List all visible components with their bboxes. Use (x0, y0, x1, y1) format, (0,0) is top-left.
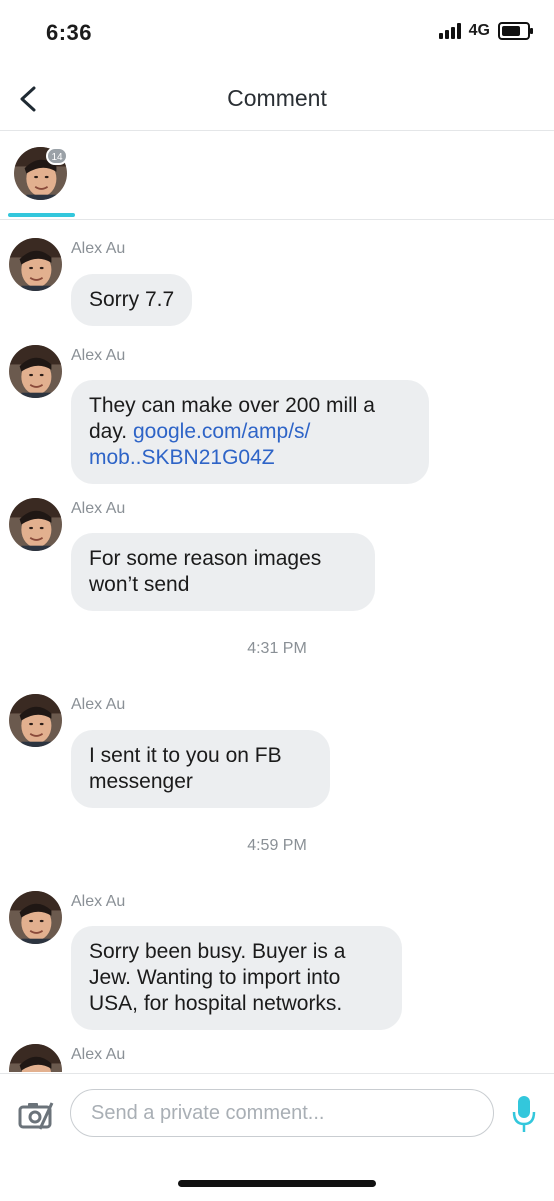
message-bubble[interactable]: Sorry been busy. Buyer is a Jew. Wanting… (71, 926, 402, 1030)
message-bubble[interactable]: Sorry 7.7 (71, 274, 193, 326)
page-title: Comment (227, 85, 327, 111)
home-indicator (178, 1180, 376, 1187)
sender-name: Alex Au (71, 500, 126, 517)
avatar[interactable] (9, 1044, 62, 1072)
timestamp: 4:31 PM (247, 640, 307, 657)
battery-icon (498, 22, 533, 40)
message-text: I sent it to you on FB messenger (89, 744, 282, 793)
avatar[interactable] (9, 345, 62, 398)
message-bubble[interactable]: I sent it to you on FB messenger (71, 730, 330, 808)
tab-participant[interactable]: 14 (14, 147, 70, 203)
sender-name: Alex Au (71, 347, 126, 364)
timestamp: 4:59 PM (247, 837, 307, 854)
comment-composer: Send a private comment... (0, 1073, 554, 1201)
participant-tabs: 14 (0, 131, 554, 220)
sender-name: Alex Au (71, 893, 126, 910)
nav-bar: Comment (0, 66, 554, 131)
sender-name: Alex Au (71, 1046, 126, 1063)
status-indicators: 4G (438, 22, 533, 40)
message-bubble[interactable]: They can make over 200 mill a day. googl… (71, 380, 429, 484)
status-time: 6:36 (46, 20, 93, 45)
message-text: Sorry been busy. Buyer is a Jew. Wanting… (89, 940, 346, 1015)
avatar[interactable] (9, 694, 62, 747)
comment-feed[interactable]: Alex Au Sorry 7.7 Alex Au They can make … (0, 220, 554, 1072)
avatar[interactable] (9, 238, 62, 291)
active-tab-indicator (8, 213, 75, 217)
status-bar: 6:36 4G (0, 0, 554, 66)
comment-input-placeholder: Send a private comment... (91, 1102, 325, 1124)
unread-badge: 14 (46, 147, 68, 165)
battery-level (502, 26, 520, 36)
signal-icon (438, 23, 461, 39)
sender-name: Alex Au (71, 696, 126, 713)
camera-icon[interactable] (18, 1099, 56, 1131)
microphone-icon[interactable] (510, 1094, 538, 1136)
avatar[interactable] (9, 891, 62, 944)
sender-name: Alex Au (71, 240, 126, 257)
message-bubble[interactable]: For some reason images won’t send (71, 533, 375, 611)
message-text: For some reason images won’t send (89, 547, 322, 596)
avatar[interactable] (9, 498, 62, 551)
network-type: 4G (468, 22, 490, 39)
message-text: Sorry 7.7 (89, 288, 175, 311)
comment-input[interactable]: Send a private comment... (70, 1089, 494, 1137)
